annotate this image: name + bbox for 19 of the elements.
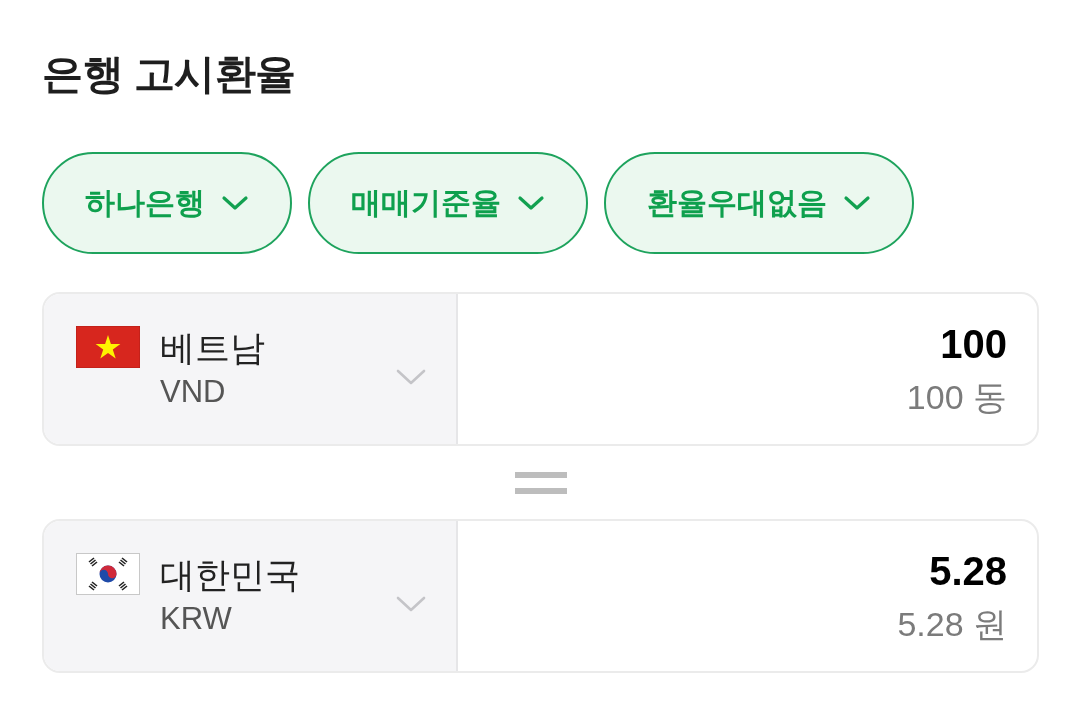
amount-input[interactable]: 100 [607,318,1007,370]
chevron-down-icon [396,595,426,613]
chevron-down-icon [517,195,545,211]
chevron-down-icon [221,195,249,211]
amount-input[interactable]: 5.28 [607,545,1007,597]
country-name: 대한민국 [160,554,301,596]
currency-code: KRW [160,600,233,638]
currency-selector[interactable]: 대한민국 KRW [44,521,458,671]
country-name: 베트남 [160,327,266,369]
currency-selector[interactable]: 베트남 VND [44,294,458,444]
chevron-down-icon [843,195,871,211]
flag-icon [76,553,140,595]
currency-code: VND [160,373,227,411]
equals-icon [514,471,567,494]
amount-text: 5.28 원 [897,604,1007,645]
page-title: 은행 고시환율 [42,50,296,99]
flag-icon [76,326,140,368]
chevron-down-icon [396,368,426,386]
amount-text: 100 동 [906,377,1007,418]
